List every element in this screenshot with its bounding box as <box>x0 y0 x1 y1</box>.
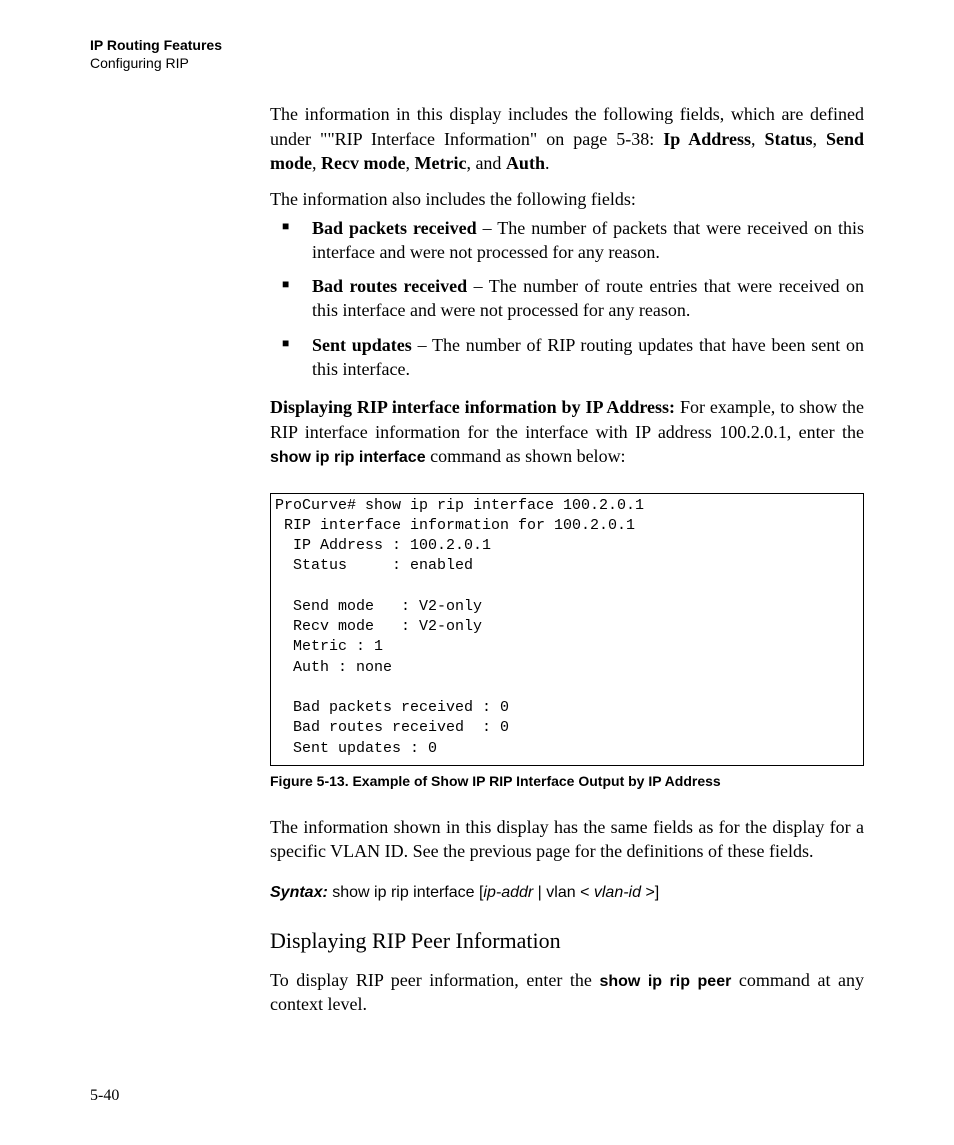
syntax-command: show ip rip interface [ <box>328 884 484 901</box>
field-ip-address: Ip Address <box>663 129 751 149</box>
running-header: IP Routing Features Configuring RIP <box>90 36 864 72</box>
syntax-label: Syntax: <box>270 884 328 901</box>
displaying-tail: command as shown below: <box>426 446 626 466</box>
intro-paragraph-2: The information also includes the follow… <box>270 187 864 211</box>
bullet-term: Bad routes received <box>312 276 467 296</box>
bullet-term: Bad packets received <box>312 218 477 238</box>
displaying-lead: Displaying RIP interface information by … <box>270 397 675 417</box>
content-column: The information in this display includes… <box>270 102 864 1016</box>
field-auth: Auth <box>506 153 545 173</box>
syntax-end: >] <box>645 884 659 901</box>
field-metric: Metric <box>414 153 466 173</box>
syntax-mid: | vlan < <box>533 884 594 901</box>
subsection-text-a: To display RIP peer information, enter t… <box>270 970 599 990</box>
header-section: IP Routing Features <box>90 36 864 54</box>
page: IP Routing Features Configuring RIP The … <box>0 0 954 1145</box>
bullet-term: Sent updates <box>312 335 412 355</box>
field-bullet-list: Bad packets received – The number of pac… <box>270 216 864 382</box>
syntax-line: Syntax: show ip rip interface [ip-addr |… <box>270 879 864 904</box>
inline-command: show ip rip interface <box>270 449 426 466</box>
terminal-output: ProCurve# show ip rip interface 100.2.0.… <box>270 493 864 766</box>
header-topic: Configuring RIP <box>90 54 864 72</box>
subsection-heading: Displaying RIP Peer Information <box>270 926 864 956</box>
list-item: Bad routes received – The number of rout… <box>270 274 864 323</box>
field-recv-mode: Recv mode <box>321 153 405 173</box>
intro-paragraph-1: The information in this display includes… <box>270 102 864 175</box>
page-number: 5-40 <box>90 1085 119 1107</box>
figure-caption: Figure 5-13. Example of Show IP RIP Inte… <box>270 772 864 791</box>
list-item: Sent updates – The number of RIP routing… <box>270 333 864 382</box>
subsection-paragraph: To display RIP peer information, enter t… <box>270 968 864 1017</box>
after-figure-paragraph: The information shown in this display ha… <box>270 815 864 864</box>
inline-command: show ip rip peer <box>599 973 731 990</box>
list-item: Bad packets received – The number of pac… <box>270 216 864 265</box>
syntax-arg-vlanid: vlan-id <box>594 884 646 901</box>
field-status: Status <box>764 129 812 149</box>
displaying-by-ip-paragraph: Displaying RIP interface information by … <box>270 395 864 468</box>
syntax-arg-ipaddr: ip-addr <box>483 884 533 901</box>
